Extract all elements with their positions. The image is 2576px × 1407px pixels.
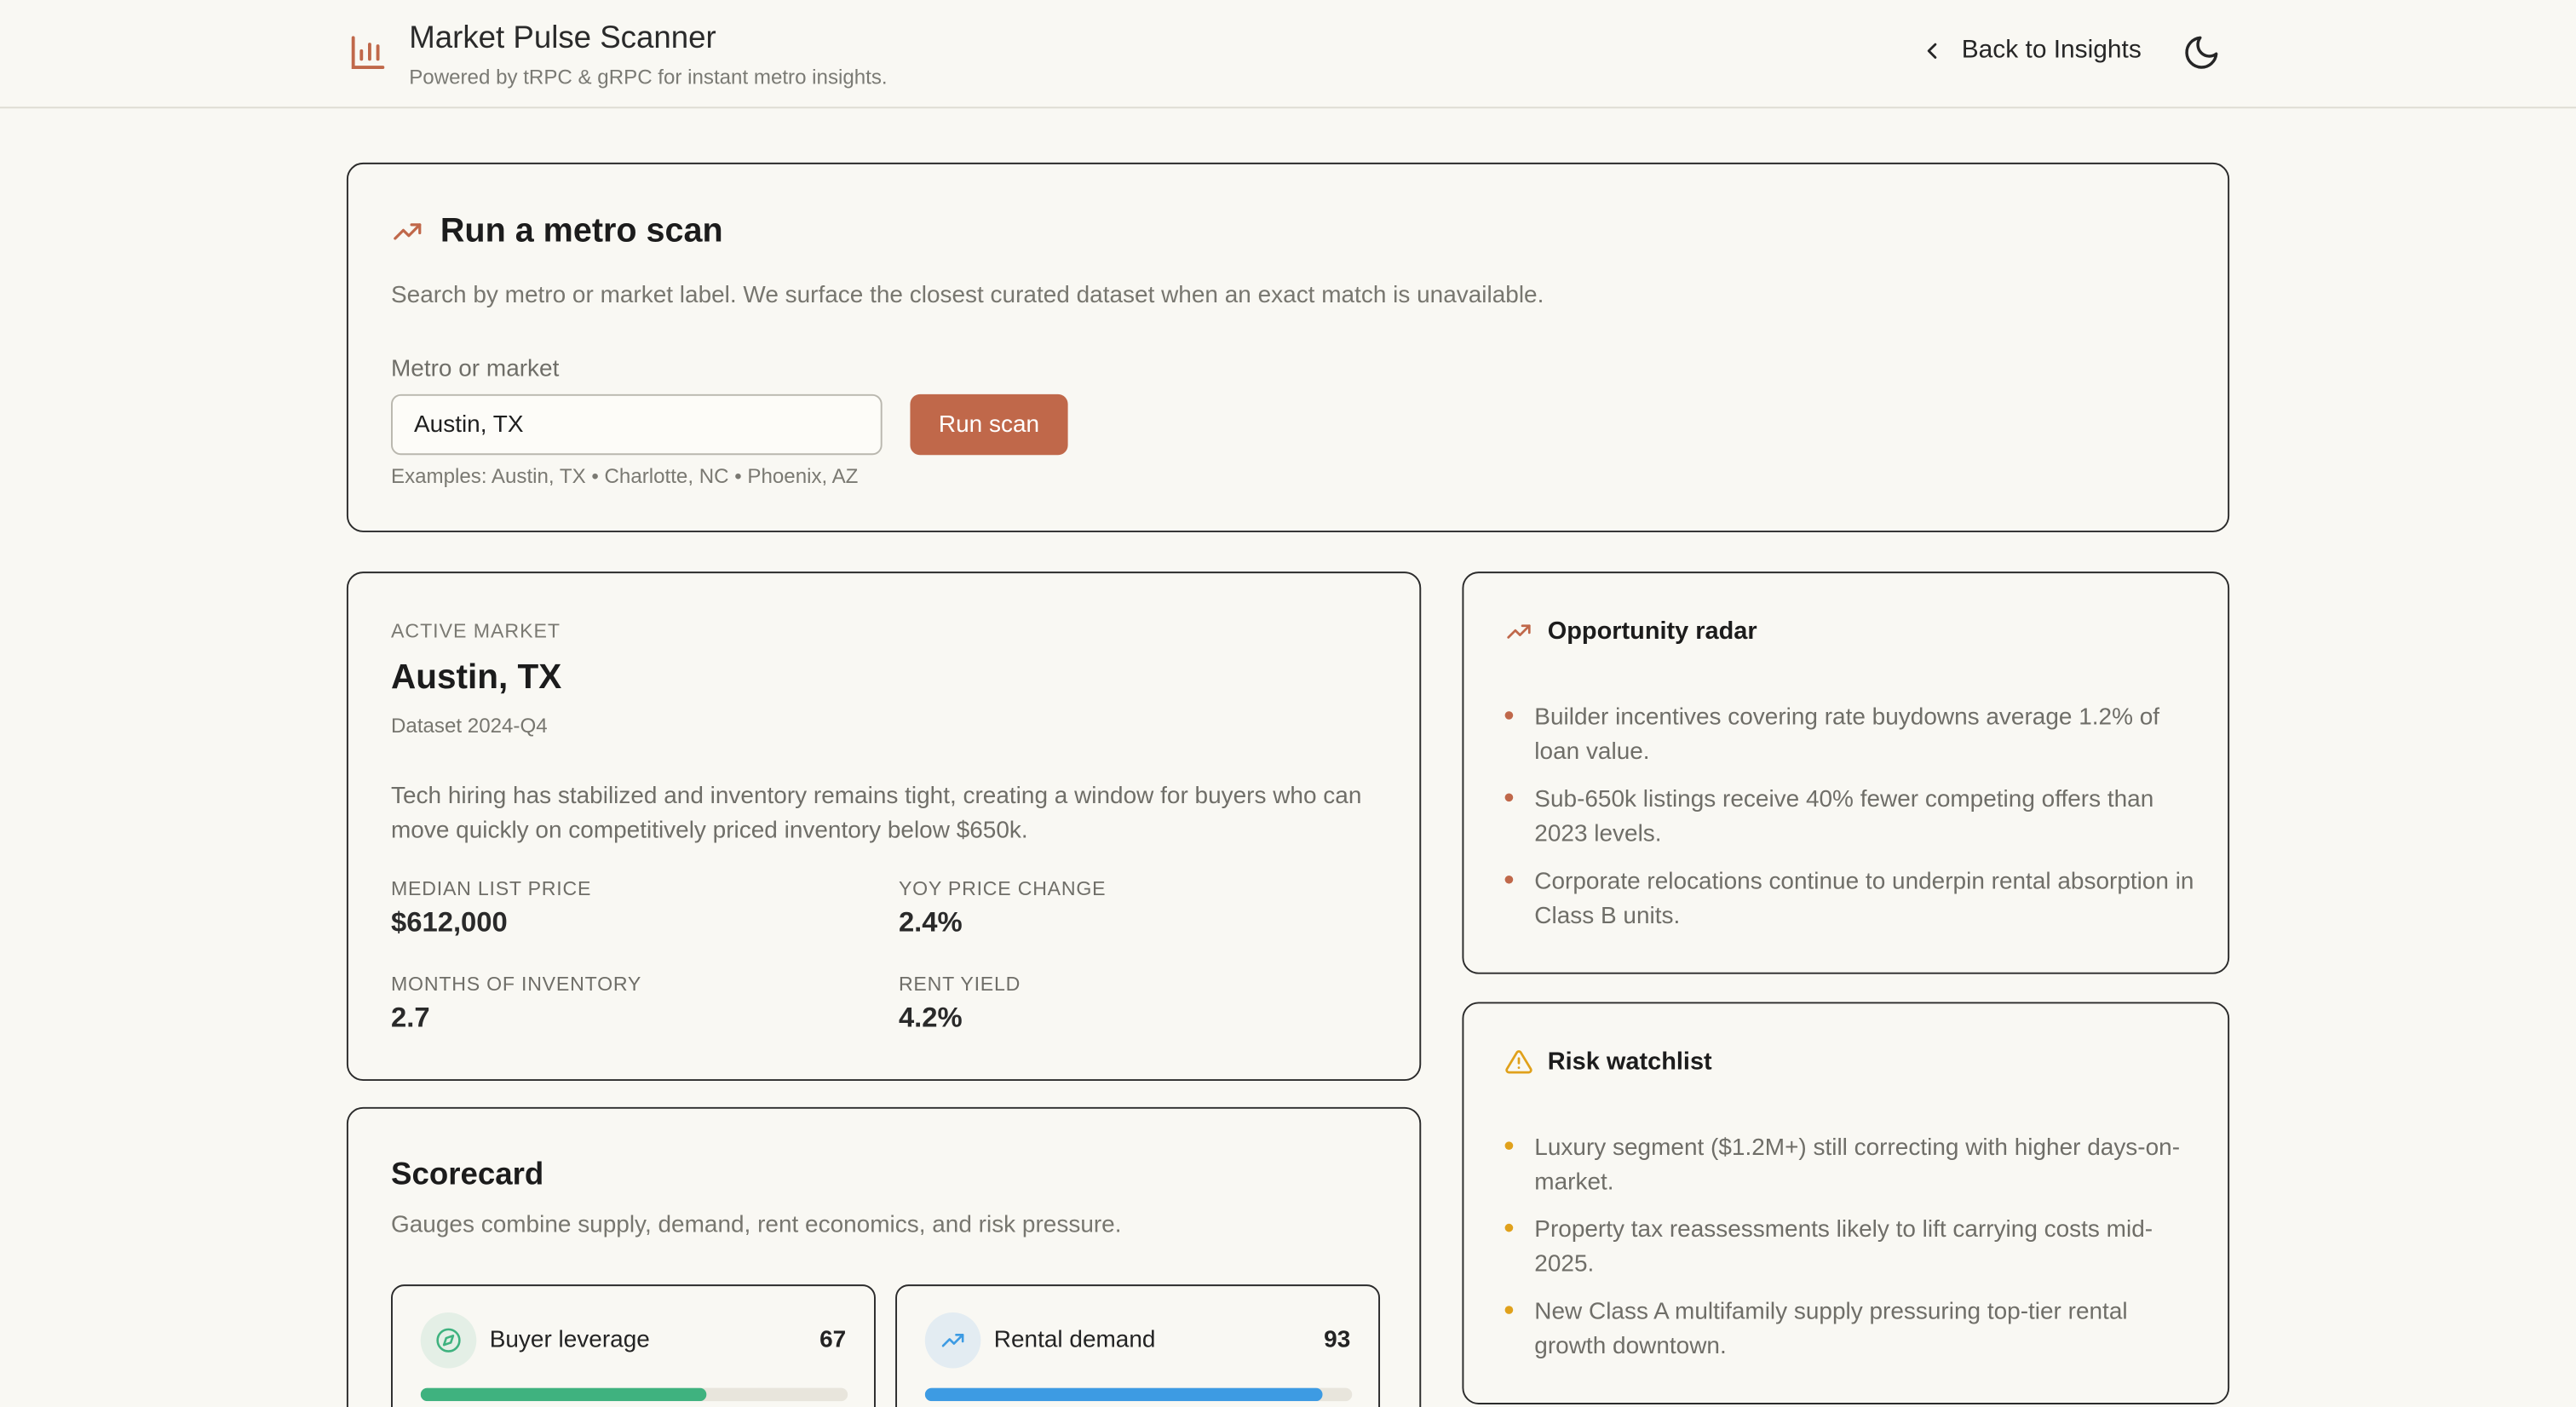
metric-median-list-price: MEDIAN LIST PRICE $612,000 (391, 877, 591, 939)
bullet-dot (1504, 875, 1514, 884)
gauge-track (924, 1387, 1353, 1402)
gauge-score: 93 (1324, 1327, 1351, 1354)
gauge-label: Rental demand (993, 1327, 1156, 1354)
opportunity-title-row: Opportunity radar (1505, 617, 1757, 646)
gauge-buyer-leverage: Buyer leverage 67 (391, 1284, 876, 1407)
bullet-dot (1504, 1141, 1514, 1151)
gauge-track (420, 1387, 848, 1402)
back-to-insights-link[interactable]: Back to Insights (1919, 36, 2142, 66)
opportunity-title: Opportunity radar (1547, 617, 1757, 646)
scorecard-title: Scorecard (391, 1157, 544, 1193)
active-market-eyebrow: ACTIVE MARKET (391, 619, 561, 643)
metric-value: $612,000 (391, 906, 508, 939)
scan-title-row: Run a metro scan (391, 212, 723, 251)
metro-field-label: Metro or market (391, 356, 560, 383)
list-item: Sub-650k listings receive 40% fewer comp… (1504, 784, 2195, 853)
compass-icon (436, 1328, 461, 1352)
bullet-dot (1504, 711, 1514, 720)
risk-watchlist-panel: Risk watchlist Luxury segment ($1.2M+) s… (1462, 1002, 2230, 1404)
active-market-panel: ACTIVE MARKET Austin, TX Dataset 2024-Q4… (346, 571, 1422, 1082)
risk-title: Risk watchlist (1547, 1048, 1712, 1077)
app-title: Market Pulse Scanner (409, 21, 716, 56)
list-item-text: Property tax reassessments likely to lif… (1534, 1217, 2153, 1278)
back-link-label: Back to Insights (1961, 36, 2142, 65)
metric-value: 2.7 (391, 1002, 430, 1034)
gauge-fill (924, 1387, 1323, 1402)
dataset-label: Dataset 2024-Q4 (391, 714, 548, 738)
metric-months-of-inventory: MONTHS OF INVENTORY 2.7 (391, 973, 641, 1035)
metric-label: MEDIAN LIST PRICE (391, 876, 592, 900)
risk-list: Luxury segment ($1.2M+) still correcting… (1504, 1132, 2195, 1378)
gauge-icon-wrap (924, 1312, 981, 1369)
top-bar: Market Pulse Scanner Powered by tRPC & g… (0, 0, 2576, 109)
opportunity-radar-panel: Opportunity radar Builder incentives cov… (1462, 571, 2230, 974)
gauge-label: Buyer leverage (489, 1327, 650, 1354)
search-examples: Examples: Austin, TX • Charlotte, NC • P… (391, 464, 859, 488)
scan-description: Search by metro or market label. We surf… (391, 282, 1544, 309)
trending-up-icon (1507, 624, 1531, 639)
list-item: New Class A multifamily supply pressurin… (1504, 1296, 2195, 1365)
gauge-icon-wrap (420, 1312, 477, 1369)
metro-scan-panel: Run a metro scan Search by metro or mark… (346, 162, 2230, 532)
app-root: Market Pulse Scanner Powered by tRPC & g… (0, 0, 2576, 1407)
gauge-rental-demand: Rental demand 93 (895, 1284, 1381, 1407)
list-item-text: Corporate relocations continue to underp… (1534, 869, 2194, 930)
metric-rent-yield: RENT YIELD 4.2% (899, 973, 1021, 1035)
run-scan-button[interactable]: Run scan (910, 393, 1068, 456)
list-item-text: New Class A multifamily supply pressurin… (1534, 1299, 2128, 1360)
list-item-text: Sub-650k listings receive 40% fewer comp… (1534, 786, 2154, 848)
list-item: Luxury segment ($1.2M+) still correcting… (1504, 1132, 2195, 1201)
metric-value: 2.4% (898, 906, 963, 939)
metric-label: YOY PRICE CHANGE (898, 876, 1107, 900)
metric-label: MONTHS OF INVENTORY (391, 972, 642, 996)
opportunity-list: Builder incentives covering rate buydown… (1504, 702, 2195, 948)
list-item-text: Luxury segment ($1.2M+) still correcting… (1534, 1134, 2181, 1197)
metric-value: 4.2% (898, 1002, 963, 1034)
metro-search-input[interactable] (391, 393, 883, 456)
warning-triangle-icon (1505, 1050, 1532, 1074)
market-name: Austin, TX (391, 658, 562, 697)
scan-title: Run a metro scan (440, 211, 723, 250)
gauge-score: 67 (819, 1327, 847, 1354)
metric-label: RENT YIELD (898, 972, 1021, 996)
list-item: Corporate relocations continue to underp… (1504, 865, 2195, 934)
risk-title-row: Risk watchlist (1505, 1048, 1712, 1076)
list-item: Builder incentives covering rate buydown… (1504, 702, 2195, 771)
trending-up-icon (941, 1334, 964, 1347)
list-item: Property tax reassessments likely to lif… (1504, 1214, 2195, 1283)
moon-icon[interactable] (2182, 33, 2221, 72)
scorecard-panel: Scorecard Gauges combine supply, demand,… (346, 1106, 1422, 1407)
bullet-dot (1504, 1306, 1514, 1314)
app-subtitle: Powered by tRPC & gRPC for instant metro… (409, 66, 888, 89)
bullet-dot (1504, 793, 1514, 802)
metric-yoy-price-change: YOY PRICE CHANGE 2.4% (899, 877, 1106, 939)
list-item-text: Builder incentives covering rate buydown… (1534, 704, 2160, 766)
bar-chart-icon (351, 36, 385, 70)
chevron-left-icon (1927, 43, 1937, 59)
scorecard-description: Gauges combine supply, demand, rent econ… (391, 1212, 1122, 1239)
bullet-dot (1504, 1223, 1514, 1232)
trending-up-icon (394, 223, 422, 240)
gauge-fill (420, 1387, 707, 1402)
market-summary: Tech hiring has stabilized and inventory… (391, 783, 1362, 845)
